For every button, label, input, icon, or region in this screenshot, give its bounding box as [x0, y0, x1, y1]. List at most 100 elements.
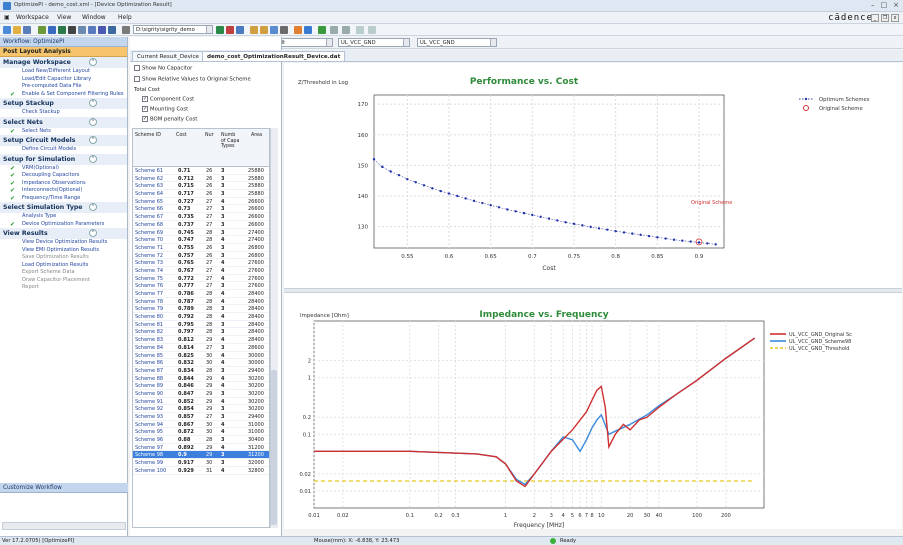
table-row[interactable]: Scheme 63 0.715 26 3 25880: [133, 182, 269, 191]
collapse-icon[interactable]: ⌃: [89, 117, 97, 126]
folder-icon[interactable]: [122, 26, 130, 34]
nav-icon[interactable]: [304, 26, 312, 34]
table-row[interactable]: Scheme 84 0.814 27 3 28600: [133, 344, 269, 352]
component-cost-option[interactable]: ✓ Component Cost: [142, 96, 194, 103]
table-row[interactable]: Scheme 75 0.772 27 4 27600: [133, 275, 269, 283]
chevron-down-icon[interactable]: [326, 39, 332, 46]
paste-icon[interactable]: [260, 26, 268, 34]
workflow-item[interactable]: Load Optimization Results: [0, 262, 127, 270]
workflow-item[interactable]: Export Scheme Data: [0, 269, 127, 277]
table-row[interactable]: Scheme 73 0.765 27 4 27600: [133, 259, 269, 267]
table-row[interactable]: Scheme 92 0.854 29 3 30200: [133, 405, 269, 413]
table-row[interactable]: Scheme 93 0.857 27 3 29400: [133, 413, 269, 421]
table-row[interactable]: Scheme 78 0.787 28 4 28400: [133, 298, 269, 306]
chart-icon[interactable]: [88, 26, 96, 34]
workflow-section[interactable]: Setup Stackup ⌃: [0, 98, 127, 109]
table-row[interactable]: Scheme 76 0.777 27 3 27600: [133, 282, 269, 290]
grid-icon[interactable]: [356, 26, 364, 34]
table-row[interactable]: Scheme 79 0.789 28 3 28400: [133, 305, 269, 314]
net-icon[interactable]: [48, 26, 56, 34]
header-cost[interactable]: Cost: [176, 133, 187, 138]
table-row[interactable]: Scheme 70 0.747 28 4 27400: [133, 236, 269, 244]
table-row[interactable]: Scheme 94 0.867 30 4 31000: [133, 421, 269, 429]
table-row[interactable]: Scheme 89 0.846 29 4 30200: [133, 382, 269, 390]
minimize-icon[interactable]: –: [871, 1, 875, 9]
table-row[interactable]: Scheme 81 0.795 28 3 28400: [133, 321, 269, 329]
workflow-item[interactable]: Draw Capacitor Placement: [0, 277, 127, 285]
collapse-icon[interactable]: ⌃: [89, 136, 97, 144]
print-icon[interactable]: [280, 26, 288, 34]
table-row[interactable]: Scheme 87 0.834 28 3 29400: [133, 367, 269, 375]
new-icon[interactable]: [3, 26, 11, 34]
table-row[interactable]: Scheme 74 0.767 27 4 27600: [133, 267, 269, 275]
table-row[interactable]: Scheme 62 0.712 26 3 25880: [133, 175, 269, 183]
header-nur[interactable]: Nur: [205, 133, 214, 138]
mdi-restore-icon[interactable]: ❐: [881, 14, 889, 22]
table-icon[interactable]: [78, 26, 86, 34]
net-b-select[interactable]: UL_VCC_GND: [417, 38, 497, 47]
menu-window[interactable]: Window: [82, 14, 106, 21]
zoom-icon[interactable]: [270, 26, 278, 34]
workflow-item[interactable]: Check Stackup: [0, 109, 127, 117]
report-icon[interactable]: [98, 26, 106, 34]
workflow-item[interactable]: ✔ Impedance Observations: [0, 180, 127, 188]
collapse-icon[interactable]: ⌃: [89, 58, 97, 66]
header-area[interactable]: Area: [251, 133, 262, 138]
workflow-item[interactable]: Load New/Different Layout: [0, 68, 127, 76]
refresh-icon[interactable]: [236, 26, 244, 34]
mdi-minimize-icon[interactable]: _: [871, 14, 879, 22]
workflow-item[interactable]: Define Circuit Models: [0, 146, 127, 154]
collapse-icon[interactable]: ⌃: [89, 99, 97, 107]
checkbox-icon[interactable]: [134, 65, 140, 71]
layout-icon[interactable]: [38, 26, 46, 34]
save-icon[interactable]: [23, 26, 31, 34]
chevron-down-icon[interactable]: [490, 39, 496, 46]
menu-view[interactable]: View: [57, 14, 71, 21]
checked-checkbox-icon[interactable]: ✓: [142, 106, 148, 112]
workflow-item[interactable]: Load/Edit Capacitor Library: [0, 76, 127, 84]
chevron-down-icon[interactable]: [206, 26, 212, 33]
table-row[interactable]: Scheme 86 0.832 30 4 30000: [133, 359, 269, 367]
workflow-item[interactable]: ✔ Decoupling Capacitors: [0, 172, 127, 180]
workflow-item[interactable]: Analysis Type: [0, 213, 127, 221]
workflow-item[interactable]: Report: [0, 284, 127, 292]
options-icon[interactable]: [108, 26, 116, 34]
header-num-cap-types[interactable]: Numb of Capa Types: [221, 133, 241, 150]
apply-icon[interactable]: [216, 26, 224, 34]
redo-icon[interactable]: [342, 26, 350, 34]
table-row[interactable]: Scheme 68 0.737 27 3 26600: [133, 221, 269, 229]
table-row[interactable]: Scheme 91 0.852 29 4 30200: [133, 398, 269, 406]
table-row[interactable]: Scheme 90 0.847 29 3 30200: [133, 390, 269, 398]
collapse-icon[interactable]: ⌃: [89, 154, 97, 163]
mounting-cost-option[interactable]: ✓ Mounting Cost: [142, 106, 188, 113]
table-row[interactable]: Scheme 100 0.929 31 4 32800: [133, 467, 269, 475]
workflow-item[interactable]: View EMI Optimization Results: [0, 247, 127, 255]
table-row[interactable]: Scheme 69 0.745 28 3 27400: [133, 229, 269, 237]
check-icon[interactable]: [318, 26, 326, 34]
table-row[interactable]: Scheme 83 0.812 29 4 28400: [133, 336, 269, 344]
checked-checkbox-icon[interactable]: ✓: [142, 96, 148, 102]
stop-icon[interactable]: [68, 26, 76, 34]
workflow-item[interactable]: ✔ Device Optimization Parameters: [0, 221, 127, 229]
table-row[interactable]: Scheme 99 0.917 30 3 32000: [133, 459, 269, 467]
net-a-select[interactable]: UL_VCC_GND: [338, 38, 410, 47]
table-row[interactable]: Scheme 65 0.727 27 4 26600: [133, 198, 269, 206]
window-icon[interactable]: [368, 26, 376, 34]
menu-help[interactable]: Help: [118, 14, 132, 21]
table-row[interactable]: Scheme 96 0.88 28 3 30400: [133, 436, 269, 444]
table-row[interactable]: Scheme 82 0.797 28 3 28400: [133, 328, 269, 337]
checkbox-icon[interactable]: [134, 76, 140, 82]
workflow-section[interactable]: Select Nets ⌃: [0, 116, 127, 128]
customize-workflow[interactable]: Customize Workflow: [0, 483, 128, 493]
workflow-section[interactable]: Select Simulation Type ⌃: [0, 202, 127, 213]
run-icon[interactable]: [58, 26, 66, 34]
workflow-item[interactable]: ✔ Frequency/Time Range: [0, 195, 127, 203]
workflow-section[interactable]: View Results ⌃: [0, 228, 127, 239]
table-row[interactable]: Scheme 61 0.71 26 3 25880: [133, 167, 269, 175]
table-row[interactable]: Scheme 85 0.825 30 4 30000: [133, 352, 269, 360]
close-icon[interactable]: ×: [893, 1, 899, 9]
workflow-item[interactable]: View Device Optimization Results: [0, 239, 127, 247]
workflow-item[interactable]: ✔ Select Nets: [0, 128, 127, 136]
tab-current-result[interactable]: Current Result_Device: [132, 51, 204, 61]
collapse-icon[interactable]: ⌃: [89, 229, 97, 237]
